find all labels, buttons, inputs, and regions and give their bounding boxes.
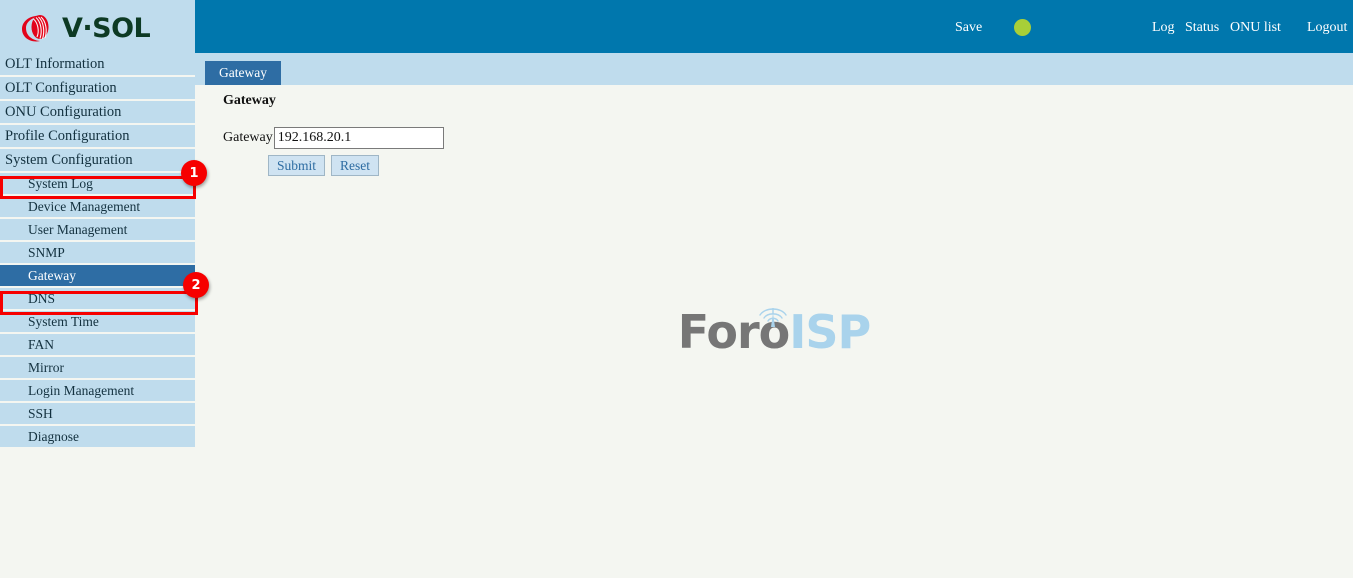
gateway-input[interactable]	[273, 127, 444, 149]
sidebar: V·SOL OLT Information OLT Configuration …	[0, 0, 195, 578]
sidebar-item-login-management[interactable]: Login Management	[0, 380, 195, 401]
status-link[interactable]: Status	[1185, 20, 1219, 36]
sidebar-item-system-time[interactable]: System Time	[0, 311, 195, 332]
sidebar-item-diagnose[interactable]: Diagnose	[0, 426, 195, 447]
sidebar-item-olt-information[interactable]: OLT Information	[0, 53, 195, 75]
sidebar-item-snmp[interactable]: SNMP	[0, 242, 195, 263]
sidebar-item-ssh[interactable]: SSH	[0, 403, 195, 424]
sidebar-item-fan[interactable]: FAN	[0, 334, 195, 355]
sidebar-item-onu-configuration[interactable]: ONU Configuration	[0, 101, 195, 123]
app-window: V·SOL OLT Information OLT Configuration …	[0, 0, 1353, 578]
vsol-swirl-logo-icon	[18, 10, 54, 46]
gateway-form-row: Gateway	[223, 127, 444, 149]
brand-logo: V·SOL	[18, 10, 151, 46]
logout-link[interactable]: Logout	[1307, 20, 1347, 36]
brand-logo-area: V·SOL	[0, 0, 195, 53]
page-title: Gateway	[223, 93, 276, 108]
sidebar-item-olt-configuration[interactable]: OLT Configuration	[0, 77, 195, 99]
sidebar-item-mirror[interactable]: Mirror	[0, 357, 195, 378]
watermark-text-secondary: ISP	[789, 304, 871, 359]
gateway-field-label: Gateway	[223, 130, 273, 145]
sidebar-menu: OLT Information OLT Configuration ONU Co…	[0, 53, 195, 447]
onu-list-link[interactable]: ONU list	[1230, 20, 1281, 36]
sidebar-item-profile-configuration[interactable]: Profile Configuration	[0, 125, 195, 147]
sidebar-item-system-log[interactable]: System Log	[0, 173, 195, 194]
sidebar-item-gateway[interactable]: Gateway	[0, 265, 195, 286]
tab-gateway[interactable]: Gateway	[205, 61, 281, 85]
main-content: Foro ISP Gateway Gateway 192.168.20.1 Su…	[195, 85, 1353, 578]
tab-bar: Gateway	[195, 53, 1353, 85]
status-indicator-dot	[1014, 19, 1031, 36]
antenna-tower-icon	[752, 284, 794, 327]
sidebar-item-dns[interactable]: DNS	[0, 288, 195, 309]
sidebar-item-device-management[interactable]: Device Management	[0, 196, 195, 217]
reset-button[interactable]: Reset	[331, 155, 380, 176]
sidebar-item-system-configuration[interactable]: System Configuration	[0, 149, 195, 171]
form-actions: Submit Reset	[268, 155, 380, 176]
top-header: Save Log Status ONU list Logout	[195, 0, 1353, 53]
sidebar-item-user-management[interactable]: User Management	[0, 219, 195, 240]
save-button[interactable]: Save	[955, 20, 982, 36]
watermark-text-primary: Foro	[677, 304, 790, 359]
brand-logo-text: V·SOL	[62, 12, 151, 44]
submit-button[interactable]: Submit	[268, 155, 326, 176]
log-link[interactable]: Log	[1152, 20, 1175, 36]
